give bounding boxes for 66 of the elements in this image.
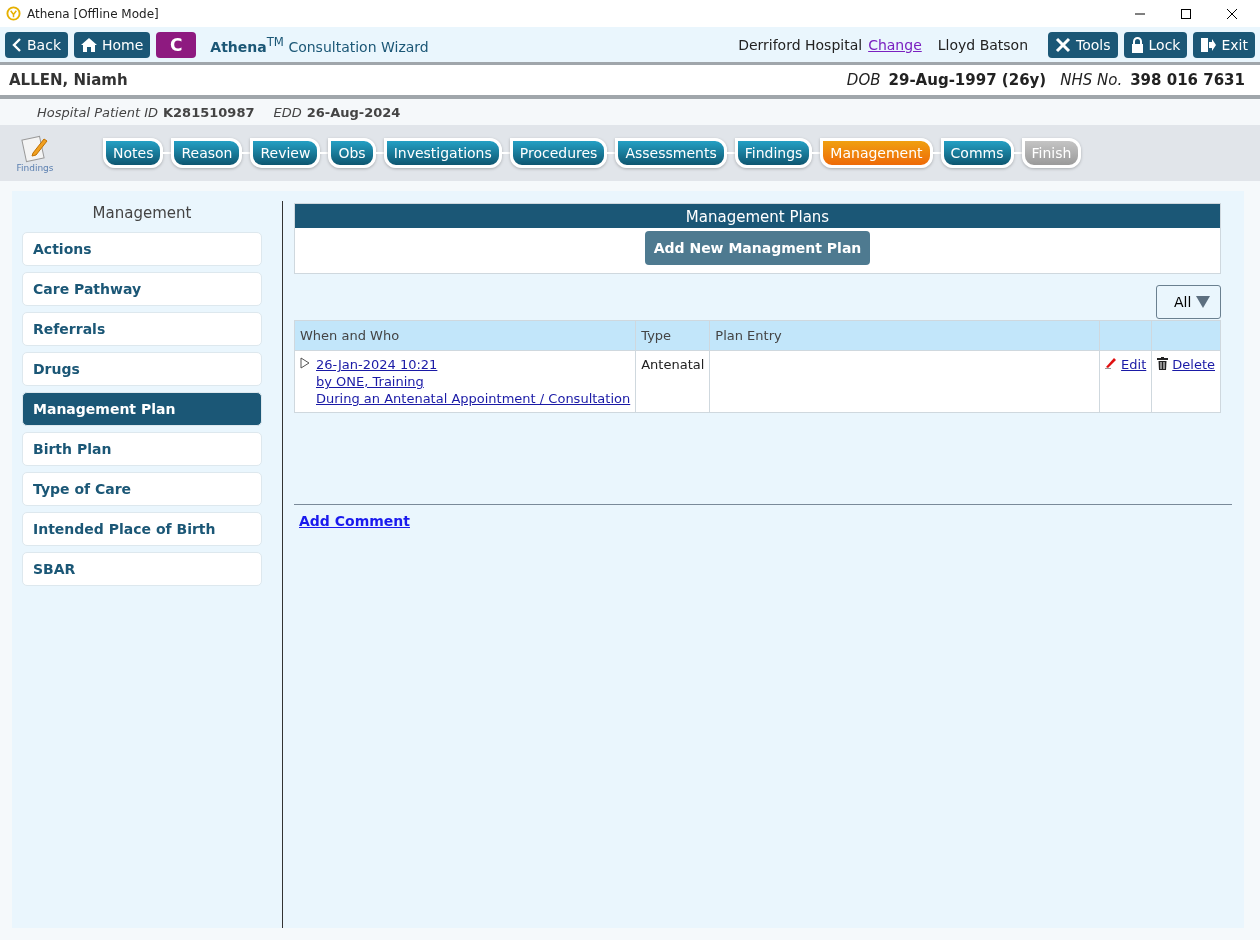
column-header: When and Who	[294, 320, 636, 351]
nhs-label: NHS No.	[1060, 71, 1123, 89]
sidebar-item[interactable]: Type of Care	[22, 472, 262, 506]
user-name: Lloyd Batson	[937, 36, 1029, 53]
nhs-value: 398 016 7631	[1130, 71, 1245, 89]
author-link[interactable]: by ONE, Training	[316, 374, 631, 389]
context-link[interactable]: During an Antenatal Appointment / Consultation	[316, 391, 631, 406]
change-link[interactable]: Change	[868, 36, 922, 53]
wizard-step-tab[interactable]: Findings	[734, 138, 813, 168]
wizard-step-tab[interactable]: Assessments	[615, 138, 727, 168]
app-logo-icon	[6, 6, 21, 21]
hospital-name: Derriford Hospital	[738, 36, 863, 53]
consultation-badge: C	[156, 31, 197, 58]
edd-value: 26-Aug-2024	[306, 104, 401, 120]
tools-button[interactable]: Tools	[1048, 31, 1118, 58]
patient-id-label: Hospital Patient ID	[37, 104, 158, 120]
trash-icon	[1157, 357, 1169, 370]
exit-button[interactable]: Exit	[1193, 31, 1255, 58]
sidebar-item[interactable]: Care Pathway	[22, 272, 262, 306]
date-link[interactable]: 26-Jan-2024 10:21	[316, 357, 631, 372]
lock-icon	[1130, 36, 1144, 53]
home-button[interactable]: Home	[74, 31, 151, 58]
pencil-icon	[1105, 357, 1118, 369]
wizard-step-tab[interactable]: Reason	[171, 138, 243, 168]
exit-door-icon	[1200, 36, 1217, 53]
column-header: Plan Entry	[709, 320, 1100, 351]
chevron-left-icon	[12, 37, 22, 52]
wizard-step-tab[interactable]: Notes	[103, 138, 164, 168]
delete-link[interactable]: Delete	[1172, 357, 1215, 372]
stage-label: Findings	[16, 163, 54, 173]
add-plan-button[interactable]: Add New Managment Plan	[644, 231, 871, 265]
sidebar-title: Management	[91, 204, 193, 222]
tools-icon	[1055, 36, 1072, 53]
sidebar-item[interactable]: Birth Plan	[22, 432, 262, 466]
edd-label: EDD	[273, 104, 302, 120]
dropdown-arrow-icon	[1196, 296, 1210, 308]
filter-dropdown[interactable]: All	[1156, 285, 1221, 319]
app-title: Athena$^{TM}$ Consultation Wizard	[210, 34, 429, 55]
window-title: Athena [Offline Mode]	[27, 6, 159, 21]
wizard-step-tab[interactable]: Comms	[940, 138, 1014, 168]
table-cell: Antenatal	[641, 357, 705, 372]
wizard-step-tab[interactable]: Procedures	[509, 138, 608, 168]
patient-name: ALLEN, Niamh	[9, 71, 128, 89]
column-header: Type	[635, 320, 710, 351]
sidebar-item[interactable]: Management Plan	[22, 392, 262, 426]
home-icon	[81, 37, 97, 52]
dob-value: 29-Aug-1997 (26y)	[888, 71, 1047, 89]
sidebar-item[interactable]: SBAR	[22, 552, 262, 586]
patient-id-value: K281510987	[163, 104, 255, 120]
dob-label: DOB	[846, 71, 881, 89]
panel-header: Management Plans	[295, 204, 1220, 228]
sidebar-item[interactable]: Referrals	[22, 312, 262, 346]
sidebar-item[interactable]: Actions	[22, 232, 262, 266]
wizard-step-tab[interactable]: Review	[250, 138, 321, 168]
notepad-pencil-icon	[20, 133, 50, 163]
close-icon[interactable]	[1226, 7, 1238, 20]
maximize-icon[interactable]	[1180, 7, 1192, 20]
wizard-step-tab[interactable]: Obs	[328, 138, 376, 168]
sidebar-item[interactable]: Drugs	[22, 352, 262, 386]
lock-button[interactable]: Lock	[1123, 31, 1188, 58]
expand-icon[interactable]	[300, 357, 310, 369]
back-button[interactable]: Back	[5, 31, 68, 58]
add-comment-link[interactable]: Add Comment	[299, 513, 410, 529]
sidebar-item[interactable]: Intended Place of Birth	[22, 512, 262, 546]
wizard-step-tab[interactable]: Investigations	[383, 138, 502, 168]
edit-link[interactable]: Edit	[1121, 357, 1147, 372]
